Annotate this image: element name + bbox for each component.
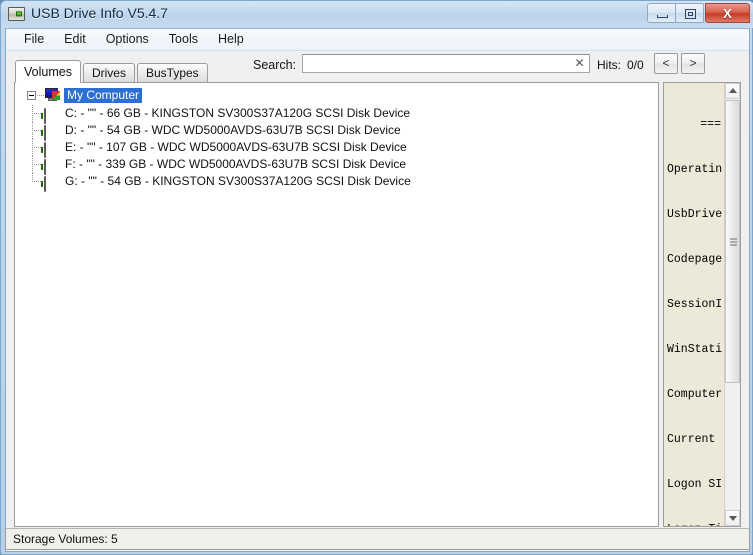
tree-item-volume[interactable]: C: - "" - 66 GB - KINGSTON SV300S37A120G… bbox=[15, 105, 658, 124]
hits-label: Hits: bbox=[597, 58, 621, 72]
previous-hit-button[interactable]: < bbox=[654, 53, 678, 74]
drive-icon bbox=[44, 142, 60, 158]
info-panel-vertical-scrollbar[interactable] bbox=[724, 83, 740, 526]
info-line: Logon SID bbox=[667, 478, 723, 491]
tree-item-label: D: - "" - 54 GB - WDC WD5000AVDS-63U7B S… bbox=[65, 123, 401, 137]
scroll-up-arrow-icon[interactable] bbox=[725, 83, 740, 99]
menu-bar: File Edit Options Tools Help bbox=[6, 29, 749, 51]
tree-item-volume[interactable]: D: - "" - 54 GB - WDC WD5000AVDS-63U7B S… bbox=[15, 122, 658, 141]
tree-root-label: My Computer bbox=[64, 88, 143, 103]
search-box[interactable]: ✕ bbox=[302, 54, 590, 73]
info-line: WinStatio bbox=[667, 343, 723, 356]
menu-item-edit[interactable]: Edit bbox=[54, 30, 96, 49]
collapse-expander-icon[interactable] bbox=[27, 91, 36, 100]
status-bar: Storage Volumes: 5 bbox=[5, 528, 750, 550]
restore-button[interactable] bbox=[675, 3, 704, 23]
info-line: Codepages bbox=[667, 253, 723, 266]
search-input[interactable] bbox=[303, 55, 571, 72]
info-line: Operating bbox=[667, 163, 723, 176]
search-label: Search: bbox=[253, 58, 297, 72]
menu-item-file[interactable]: File bbox=[14, 30, 54, 49]
info-panel[interactable]: === Operating UsbDriveI Codepages Sessio… bbox=[663, 82, 741, 527]
tree-root-node[interactable]: My Computer bbox=[15, 87, 658, 104]
title-bar: USB Drive Info V5.4.7 X bbox=[1, 1, 753, 28]
close-icon: X bbox=[723, 6, 732, 21]
minimize-icon bbox=[657, 15, 668, 18]
tree-item-label: G: - "" - 54 GB - KINGSTON SV300S37A120G… bbox=[65, 174, 411, 188]
status-text: Storage Volumes: 5 bbox=[13, 532, 118, 546]
content-area: My Computer C: - "" - 66 GB - KINGSTON S… bbox=[6, 82, 749, 548]
info-line: UsbDriveI bbox=[667, 208, 723, 221]
tree-item-label: E: - "" - 107 GB - WDC WD5000AVDS-63U7B … bbox=[65, 140, 407, 154]
clear-search-icon[interactable]: ✕ bbox=[572, 56, 587, 71]
tree-item-label: C: - "" - 66 GB - KINGSTON SV300S37A120G… bbox=[65, 106, 411, 120]
vertical-scroll-thumb[interactable] bbox=[725, 100, 740, 383]
scroll-down-arrow-icon[interactable] bbox=[725, 510, 740, 526]
info-line: Current U bbox=[667, 433, 723, 446]
menu-item-tools[interactable]: Tools bbox=[159, 30, 208, 49]
tab-drives[interactable]: Drives bbox=[82, 63, 135, 83]
window-title: USB Drive Info V5.4.7 bbox=[31, 5, 168, 21]
menu-item-help[interactable]: Help bbox=[208, 30, 254, 49]
my-computer-icon bbox=[45, 88, 60, 102]
drive-icon bbox=[44, 176, 60, 192]
info-line: === bbox=[700, 118, 721, 131]
tree-children: C: - "" - 66 GB - KINGSTON SV300S37A120G… bbox=[15, 105, 658, 192]
volumes-tree: My Computer C: - "" - 66 GB - KINGSTON S… bbox=[15, 87, 658, 192]
menu-item-options[interactable]: Options bbox=[96, 30, 159, 49]
tree-item-label: F: - "" - 339 GB - WDC WD5000AVDS-63U7B … bbox=[65, 157, 407, 171]
drive-icon bbox=[44, 108, 60, 124]
drive-icon bbox=[8, 7, 25, 21]
volumes-tree-panel[interactable]: My Computer C: - "" - 66 GB - KINGSTON S… bbox=[14, 82, 659, 527]
drive-icon bbox=[44, 125, 60, 141]
window-controls: X bbox=[647, 3, 750, 24]
tree-connector bbox=[37, 95, 45, 96]
tree-item-volume[interactable]: F: - "" - 339 GB - WDC WD5000AVDS-63U7B … bbox=[15, 156, 658, 175]
application-window: USB Drive Info V5.4.7 X File Edit Option… bbox=[0, 0, 753, 555]
tab-bustypes[interactable]: BusTypes bbox=[136, 63, 208, 83]
minimize-button[interactable] bbox=[647, 3, 676, 23]
tab-strip: Volumes Drives BusTypes bbox=[15, 60, 210, 83]
tree-item-volume[interactable]: G: - "" - 54 GB - KINGSTON SV300S37A120G… bbox=[15, 173, 658, 192]
tab-volumes[interactable]: Volumes bbox=[15, 60, 81, 83]
info-line: Computer bbox=[667, 388, 723, 401]
info-line: Logon Tim bbox=[664, 522, 723, 526]
client-area: File Edit Options Tools Help Volumes Dri… bbox=[5, 28, 750, 552]
close-button[interactable]: X bbox=[705, 3, 750, 23]
toolbar-row: Volumes Drives BusTypes Search: ✕ Hits: … bbox=[6, 51, 749, 83]
tree-item-volume[interactable]: E: - "" - 107 GB - WDC WD5000AVDS-63U7B … bbox=[15, 139, 658, 158]
next-hit-button[interactable]: > bbox=[681, 53, 705, 74]
restore-icon bbox=[685, 9, 696, 19]
hits-count: 0/0 bbox=[627, 58, 644, 72]
info-line: SessionId bbox=[667, 298, 723, 311]
info-line-list: === Operating UsbDriveI Codepages Sessio… bbox=[664, 87, 723, 526]
drive-icon bbox=[44, 159, 60, 175]
